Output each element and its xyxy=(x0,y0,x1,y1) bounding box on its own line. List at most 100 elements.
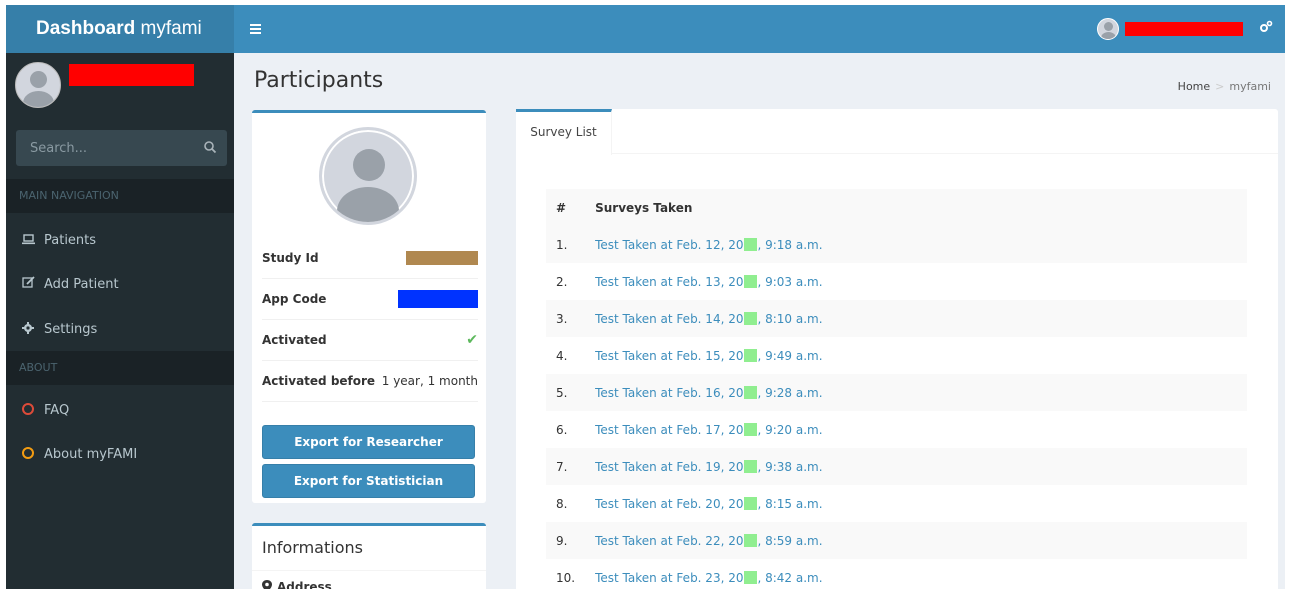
search-icon[interactable] xyxy=(203,140,217,154)
survey-link-prefix: Test Taken at Feb. 13, 20 xyxy=(595,274,744,289)
sidebar-item-add-patient[interactable]: Add Patient xyxy=(6,263,234,307)
row-survey-cell: Test Taken at Feb. 17, 20 , 9:20 a.m. xyxy=(585,411,1247,448)
redacted-sidebar-username xyxy=(69,64,194,86)
sidebar-item-label: FAQ xyxy=(44,403,70,418)
row-number: 8. xyxy=(556,496,568,511)
survey-link-prefix: Test Taken at Feb. 12, 20 xyxy=(595,237,744,252)
export-statistician-button[interactable]: Export for Statistician xyxy=(262,464,475,498)
survey-link[interactable]: Test Taken at Feb. 23, 20 , 8:42 a.m. xyxy=(595,570,823,585)
survey-link[interactable]: Test Taken at Feb. 13, 20 , 9:03 a.m. xyxy=(595,274,823,289)
sidebar-avatar xyxy=(15,62,61,108)
search-input[interactable] xyxy=(16,130,196,166)
row-number: 1. xyxy=(556,237,568,252)
table-row: 7. Test Taken at Feb. 19, 20 , 9:38 a.m. xyxy=(546,448,1247,485)
survey-link-suffix: , 8:42 a.m. xyxy=(757,570,823,585)
sidebar-item-label: About myFAMI xyxy=(44,447,138,462)
table-row: 9. Test Taken at Feb. 22, 20 , 8:59 a.m. xyxy=(546,522,1247,559)
survey-link-prefix: Test Taken at Feb. 20, 20 xyxy=(595,496,744,511)
table-row: 8. Test Taken at Feb. 20, 20 , 8:15 a.m. xyxy=(546,485,1247,522)
sidebar-item-faq[interactable]: FAQ xyxy=(6,389,234,433)
nav-header-main: MAIN NAVIGATION xyxy=(6,179,234,213)
address-row: Address xyxy=(262,580,332,589)
survey-link[interactable]: Test Taken at Feb. 22, 20 , 8:59 a.m. xyxy=(595,533,823,548)
breadcrumb-separator: > xyxy=(1215,80,1225,93)
row-survey-cell: Test Taken at Feb. 15, 20 , 9:49 a.m. xyxy=(585,337,1247,374)
survey-link-suffix: , 9:28 a.m. xyxy=(757,385,823,400)
hamburger-icon[interactable] xyxy=(250,17,264,41)
activated-row: Activated ✔ xyxy=(262,320,478,361)
app-code-row: App Code xyxy=(262,279,478,320)
survey-link-suffix: , 9:03 a.m. xyxy=(757,274,823,289)
row-survey-cell: Test Taken at Feb. 23, 20 , 8:42 a.m. xyxy=(585,559,1247,589)
breadcrumb-home[interactable]: Home xyxy=(1178,80,1210,93)
survey-link[interactable]: Test Taken at Feb. 16, 20 , 9:28 a.m. xyxy=(595,385,823,400)
survey-link-suffix: , 8:59 a.m. xyxy=(757,533,823,548)
row-survey-cell: Test Taken at Feb. 12, 20 , 9:18 a.m. xyxy=(585,226,1247,263)
survey-link[interactable]: Test Taken at Feb. 17, 20 , 9:20 a.m. xyxy=(595,422,823,437)
row-number: 4. xyxy=(556,348,568,363)
logo[interactable]: Dashboard myfami xyxy=(6,5,234,53)
sidebar-item-label: Settings xyxy=(44,322,98,337)
informations-box: Informations Address xyxy=(252,523,486,589)
row-number: 6. xyxy=(556,422,568,437)
map-marker-icon xyxy=(262,580,272,589)
sidebar-search xyxy=(16,130,227,166)
page-title: Participants xyxy=(254,68,384,93)
sidebar-item-patients[interactable]: Patients xyxy=(6,219,234,263)
sidebar-item-label: Patients xyxy=(44,233,97,248)
redacted-study-id xyxy=(406,251,478,265)
survey-link[interactable]: Test Taken at Feb. 12, 20 , 9:18 a.m. xyxy=(595,237,823,252)
tab-survey-list[interactable]: Survey List xyxy=(516,109,612,155)
row-number: 9. xyxy=(556,533,568,548)
sidebar-item-settings[interactable]: Settings xyxy=(6,308,234,352)
survey-link[interactable]: Test Taken at Feb. 15, 20 , 9:49 a.m. xyxy=(595,348,823,363)
survey-link[interactable]: Test Taken at Feb. 20, 20 , 8:15 a.m. xyxy=(595,496,823,511)
table-row: 10. Test Taken at Feb. 23, 20 , 8:42 a.m. xyxy=(546,559,1247,589)
row-number: 10. xyxy=(556,570,576,585)
check-icon: ✔ xyxy=(466,332,478,348)
export-researcher-button[interactable]: Export for Researcher xyxy=(262,425,475,459)
survey-link[interactable]: Test Taken at Feb. 19, 20 , 9:38 a.m. xyxy=(595,459,823,474)
survey-link-prefix: Test Taken at Feb. 14, 20 xyxy=(595,311,744,326)
logo-light: myfami xyxy=(140,18,202,39)
table-row: 2. Test Taken at Feb. 13, 20 , 9:03 a.m. xyxy=(546,263,1247,300)
survey-link-suffix: , 9:49 a.m. xyxy=(757,348,823,363)
gears-icon[interactable] xyxy=(1259,20,1273,38)
activated-before-row: Activated before 1 year, 1 month xyxy=(262,361,478,402)
circle-icon xyxy=(21,389,35,433)
breadcrumb-current: myfami xyxy=(1229,80,1271,93)
study-id-row: Study Id xyxy=(262,238,478,279)
activated-label: Activated xyxy=(262,333,327,347)
redacted-username xyxy=(1125,22,1243,36)
redacted-year xyxy=(744,422,758,436)
row-survey-cell: Test Taken at Feb. 20, 20 , 8:15 a.m. xyxy=(585,485,1247,522)
divider xyxy=(252,570,486,571)
app-code-label: App Code xyxy=(262,292,327,306)
survey-link-suffix: , 9:38 a.m. xyxy=(757,459,823,474)
laptop-icon xyxy=(21,219,35,263)
row-number: 7. xyxy=(556,459,568,474)
redacted-app-code xyxy=(398,290,478,308)
sidebar-item-about[interactable]: About myFAMI xyxy=(6,433,234,477)
row-survey-cell: Test Taken at Feb. 13, 20 , 9:03 a.m. xyxy=(585,263,1247,300)
activated-before-value: 1 year, 1 month xyxy=(381,374,478,388)
survey-link-suffix: , 9:20 a.m. xyxy=(757,422,823,437)
redacted-year xyxy=(744,459,758,473)
survey-link-prefix: Test Taken at Feb. 17, 20 xyxy=(595,422,744,437)
address-label: Address xyxy=(277,580,332,589)
table-row: 5. Test Taken at Feb. 16, 20 , 9:28 a.m. xyxy=(546,374,1247,411)
survey-link-suffix: , 8:10 a.m. xyxy=(757,311,823,326)
nav-header-about: ABOUT xyxy=(6,351,234,385)
survey-link-prefix: Test Taken at Feb. 16, 20 xyxy=(595,385,744,400)
row-survey-cell: Test Taken at Feb. 16, 20 , 9:28 a.m. xyxy=(585,374,1247,411)
survey-box: Survey List # Surveys Taken 1. Test Taken… xyxy=(516,109,1278,589)
user-menu[interactable] xyxy=(1097,13,1273,45)
sidebar-user-panel xyxy=(6,53,234,125)
survey-link[interactable]: Test Taken at Feb. 14, 20 , 8:10 a.m. xyxy=(595,311,823,326)
redacted-year xyxy=(744,385,758,399)
col-taken-header: Surveys Taken xyxy=(595,200,693,215)
survey-tabs: Survey List xyxy=(516,109,1278,155)
app-frame: Dashboard myfami MAIN NAVIGATION xyxy=(6,5,1285,589)
redacted-year xyxy=(744,311,758,325)
row-survey-cell: Test Taken at Feb. 14, 20 , 8:10 a.m. xyxy=(585,300,1247,337)
